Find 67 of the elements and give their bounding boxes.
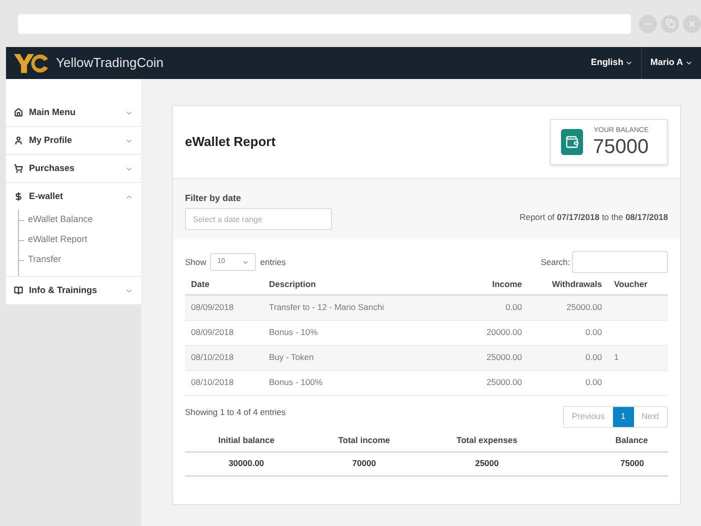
- summary-header: Initial balance: [185, 430, 308, 452]
- restore-icon: [666, 19, 674, 28]
- sidebar-item[interactable]: Info & Trainings: [6, 277, 141, 304]
- wallet-icon: [561, 129, 583, 155]
- search-label: Search:: [540, 256, 570, 268]
- entries-label: entries: [260, 256, 286, 268]
- filter-label: Filter by date: [185, 192, 242, 205]
- column-header: Income: [448, 275, 528, 295]
- summary-value: 30000.00: [228, 458, 264, 468]
- table-cell: 0.00: [585, 327, 602, 338]
- column-header: Withdrawals: [528, 275, 608, 295]
- summary-value: 70000: [352, 458, 376, 468]
- table-cell: 0.00: [585, 352, 602, 362]
- minimize-button[interactable]: [639, 14, 657, 32]
- table-cell: 08/09/2018: [191, 302, 234, 312]
- table-cell: 0.00: [585, 377, 602, 388]
- table-cell: 08/10/2018: [191, 352, 234, 362]
- close-button[interactable]: [683, 14, 701, 32]
- table-cell: 0.00: [505, 302, 522, 312]
- close-icon: [687, 18, 697, 28]
- table-cell: Bonus - 100%: [269, 377, 322, 388]
- table-cell: 08/10/2018: [191, 377, 234, 388]
- date-range-field[interactable]: Select a date range: [185, 208, 332, 230]
- summary-value: 25000: [475, 458, 499, 468]
- table-cell: Buy - Token: [269, 352, 314, 362]
- restore-button[interactable]: [661, 14, 679, 32]
- summary-header: Total income: [308, 430, 421, 452]
- report-range-text: Report of 07/17/2018 to the 08/17/2018: [520, 211, 668, 224]
- summary-header: Balance: [553, 430, 668, 452]
- table-cell: 25000.00: [486, 377, 522, 388]
- table-cell: 1: [614, 352, 619, 362]
- sidebar-item[interactable]: E-wallet: [6, 183, 141, 210]
- sidebar-item[interactable]: Main Menu: [6, 99, 141, 126]
- summary-value: 75000: [620, 458, 644, 468]
- table-cell: Transfer to - 12 - Mario Sanchi: [269, 302, 384, 312]
- cart-icon: [14, 164, 23, 173]
- table-cell: 20000.00: [486, 327, 522, 338]
- book-icon: [14, 286, 23, 295]
- table-cell: Bonus - 10%: [269, 327, 318, 338]
- user-icon: [14, 136, 23, 145]
- table-cell: 08/09/2018: [191, 327, 234, 338]
- user-menu[interactable]: Mario A: [642, 47, 701, 79]
- logo-icon: [12, 51, 50, 75]
- search-field[interactable]: [572, 251, 668, 273]
- brand-name: YellowTradingCoin: [56, 54, 164, 72]
- report-title: eWallet Report: [185, 133, 276, 152]
- caret-icon: [685, 59, 693, 67]
- sidebar-item[interactable]: Purchases: [6, 155, 141, 182]
- address-bar[interactable]: [18, 14, 631, 34]
- pagination-button[interactable]: 1: [612, 406, 634, 426]
- caret-icon: [625, 59, 634, 67]
- submenu-link[interactable]: Transfer: [28, 253, 62, 267]
- summary-header: Total expenses: [420, 430, 554, 452]
- dollar-icon: [14, 192, 23, 201]
- home-icon: [14, 108, 23, 117]
- submenu-link[interactable]: eWallet Balance: [28, 213, 93, 227]
- entries-info: Showing 1 to 4 of 4 entries: [185, 406, 286, 418]
- show-label: Show: [185, 256, 206, 268]
- table-cell: 25000.00: [486, 352, 522, 362]
- column-header: Voucher: [608, 275, 668, 295]
- column-header: Date: [185, 275, 263, 295]
- table-cell: 25000.00: [566, 302, 602, 312]
- balance-value: 75000: [593, 136, 649, 158]
- column-header: Description: [263, 275, 448, 295]
- caret-icon: [242, 258, 250, 266]
- submenu-link[interactable]: eWallet Report: [28, 233, 88, 247]
- sidebar-item[interactable]: My Profile: [6, 127, 141, 154]
